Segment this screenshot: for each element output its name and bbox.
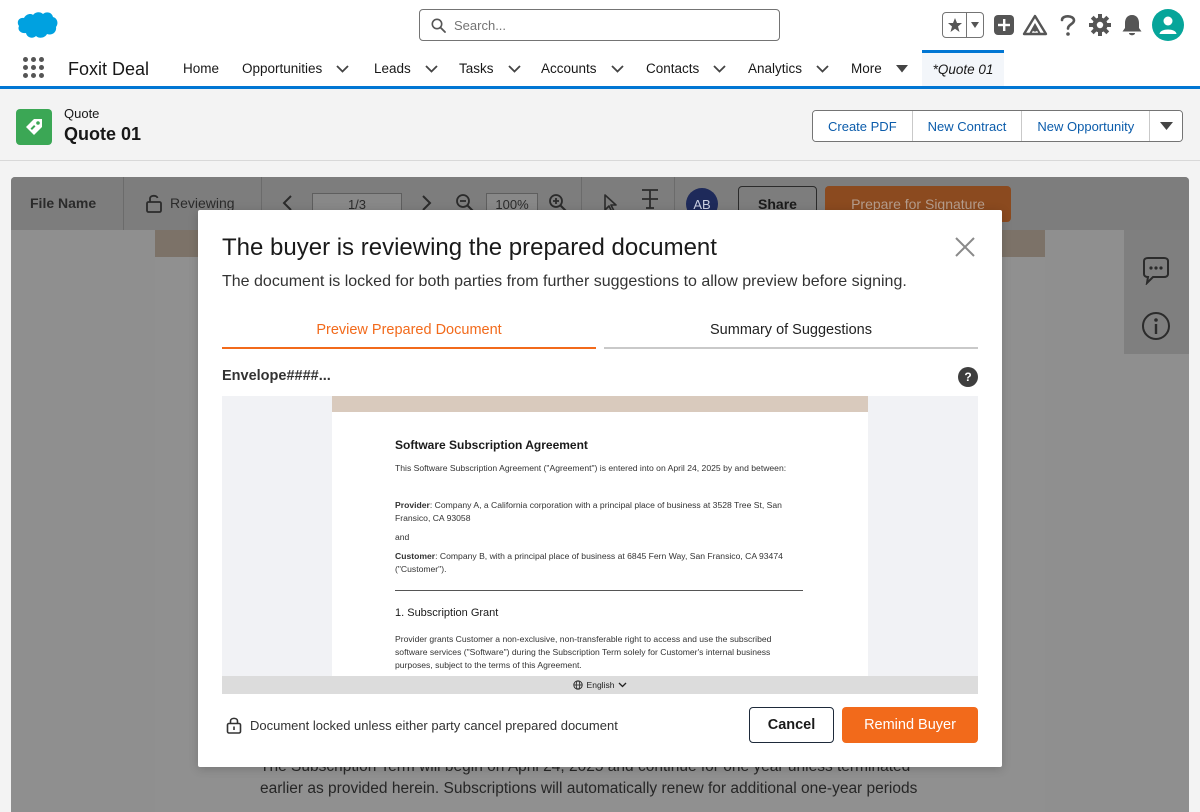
search-input[interactable] [454, 14, 764, 36]
record-page-header: Quote Quote 01 Create PDF New Contract N… [0, 89, 1200, 161]
price-tag-icon [26, 119, 42, 135]
caret-down-icon [971, 22, 979, 28]
add-icon [994, 15, 1014, 35]
document-preview[interactable]: Software Subscription Agreement This Sof… [222, 396, 978, 694]
app-launcher-icon[interactable] [23, 57, 45, 79]
comments-button[interactable] [1140, 255, 1172, 287]
file-name: File Name [30, 195, 97, 211]
app-name: Foxit Deal [68, 59, 150, 79]
divider [395, 590, 803, 591]
guidance-center-button[interactable] [1022, 12, 1048, 38]
nav-item-label: Opportunities [242, 61, 323, 76]
review-status-modal: The buyer is reviewing the prepared docu… [198, 210, 1002, 767]
modal-subtitle: The document is locked for both parties … [222, 273, 907, 290]
tab-preview-prepared-document[interactable]: Preview Prepared Document [222, 313, 596, 349]
lock-notice-text: Document locked unless either party canc… [250, 717, 618, 733]
remind-buyer-button[interactable]: Remind Buyer [842, 707, 978, 743]
chevron-down-icon[interactable] [610, 64, 624, 73]
user-icon [1159, 16, 1177, 34]
bell-icon [1122, 15, 1142, 36]
language-selector[interactable]: English [222, 676, 978, 694]
help-icon[interactable]: ? [958, 367, 978, 387]
chevron-down-icon[interactable] [425, 64, 438, 73]
preview-section-text: Provider grants Customer a non-exclusive… [395, 634, 772, 670]
global-search[interactable] [419, 9, 780, 41]
document-text-line: earlier as provided herein. Subscription… [260, 780, 918, 797]
preview-page: Software Subscription Agreement This Sof… [332, 396, 868, 676]
chevron-down-icon [618, 682, 627, 688]
create-pdf-button[interactable]: Create PDF [813, 111, 913, 141]
preview-intro-text: This Software Subscription Agreement ("A… [395, 463, 787, 473]
lock-notice: Document locked unless either party canc… [226, 716, 618, 734]
unlock-icon [144, 193, 164, 213]
modal-title: The buyer is reviewing the prepared docu… [222, 234, 717, 261]
tab-summary-of-suggestions[interactable]: Summary of Suggestions [604, 313, 978, 349]
cancel-button[interactable]: Cancel [749, 707, 834, 743]
global-add-button[interactable] [991, 12, 1017, 38]
viewer-side-rail [1124, 230, 1189, 354]
trailhead-icon [1022, 14, 1048, 36]
nav-item-label: Analytics [748, 61, 803, 76]
chevron-down-icon[interactable] [713, 64, 726, 73]
chat-bubble-icon [1143, 257, 1169, 285]
text-select-tool-button[interactable] [640, 189, 660, 209]
favorites-list-button[interactable] [967, 13, 983, 37]
preview-section-heading: 1. Subscription Grant [395, 607, 499, 619]
global-header [0, 0, 1200, 50]
new-opportunity-button[interactable]: New Opportunity [1022, 111, 1151, 141]
star-icon [947, 18, 962, 32]
nav-item-more[interactable]: More [851, 61, 908, 76]
favorites-group [942, 12, 984, 38]
nav-item-accounts[interactable]: Accounts [541, 61, 624, 76]
app-navigation-bar: Foxit Deal Home Opportunities Leads Task… [0, 50, 1200, 89]
record-type: Quote [64, 106, 100, 121]
close-icon [955, 237, 975, 257]
globe-icon [572, 680, 583, 690]
salesforce-cloud-logo[interactable] [16, 11, 58, 39]
lock-icon [226, 717, 242, 734]
search-icon [431, 18, 446, 33]
nav-item-leads[interactable]: Leads [374, 61, 438, 76]
favorites-star-button[interactable] [943, 13, 967, 37]
caret-down-icon [895, 64, 908, 73]
tab-quote-01[interactable]: *Quote 01 [922, 50, 1004, 86]
help-icon [1060, 15, 1076, 36]
nav-item-label: Leads [374, 61, 411, 76]
preview-provider-paragraph: Provider: Company A, a California corpor… [395, 500, 782, 523]
nav-item-label: Contacts [646, 61, 700, 76]
gear-icon [1089, 14, 1111, 36]
close-modal-button[interactable] [952, 234, 978, 260]
nav-item-label: Home [183, 61, 220, 76]
preview-document-title: Software Subscription Agreement [395, 438, 588, 452]
nav-item-opportunities[interactable]: Opportunities [242, 61, 349, 76]
chevron-down-icon[interactable] [336, 64, 349, 73]
nav-item-contacts[interactable]: Contacts [646, 61, 726, 76]
help-button[interactable] [1055, 12, 1081, 38]
preview-and-text: and [395, 532, 410, 542]
nav-item-label: More [851, 61, 882, 76]
record-actions-group: Create PDF New Contract New Opportunity [812, 110, 1184, 142]
notifications-button[interactable] [1119, 12, 1145, 38]
quote-record-icon [16, 109, 52, 145]
caret-down-icon [1159, 121, 1173, 130]
review-status: Reviewing [170, 195, 235, 211]
preview-customer-paragraph: Customer: Company B, with a principal pl… [395, 551, 783, 574]
info-icon [1142, 312, 1170, 340]
chevron-down-icon[interactable] [507, 64, 521, 73]
info-button[interactable] [1140, 310, 1172, 342]
nav-item-label: Tasks [459, 61, 494, 76]
nav-item-analytics[interactable]: Analytics [748, 61, 829, 76]
setup-button[interactable] [1087, 12, 1113, 38]
nav-item-label: Accounts [541, 61, 597, 76]
new-contract-button[interactable]: New Contract [912, 111, 1023, 141]
nav-item-tasks[interactable]: Tasks [459, 61, 521, 76]
envelope-id: Envelope####... [222, 368, 331, 384]
chevron-down-icon[interactable] [816, 64, 829, 73]
language-label: English [586, 680, 615, 690]
user-avatar[interactable] [1152, 9, 1184, 41]
nav-item-home[interactable]: Home [183, 61, 219, 76]
record-title: Quote 01 [64, 124, 142, 144]
more-actions-button[interactable] [1150, 111, 1183, 141]
